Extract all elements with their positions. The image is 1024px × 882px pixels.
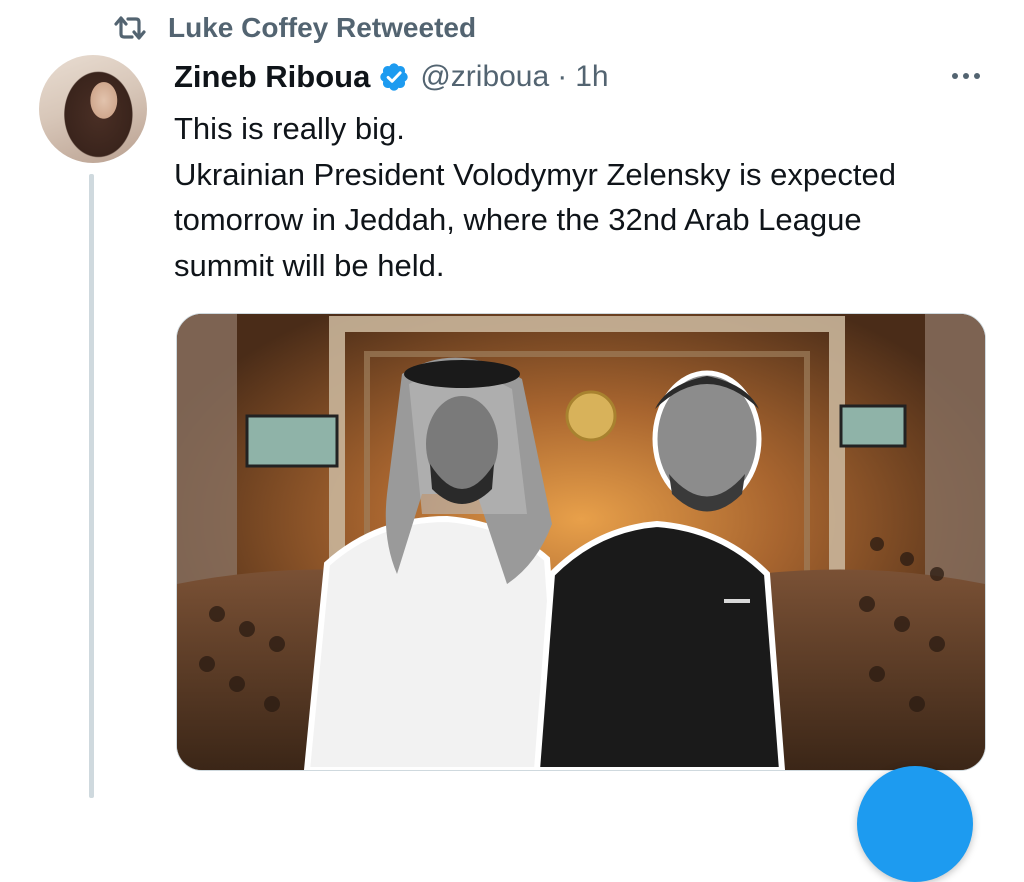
- more-options-button[interactable]: [942, 60, 990, 92]
- compose-button[interactable]: [857, 766, 973, 882]
- social-context[interactable]: Luke Coffey Retweeted: [112, 10, 476, 46]
- media-illustration: [177, 314, 985, 770]
- verified-badge-icon[interactable]: [378, 61, 410, 93]
- timestamp[interactable]: 1h: [575, 60, 608, 94]
- user-handle[interactable]: @zriboua: [420, 60, 549, 94]
- avatar[interactable]: [39, 55, 147, 163]
- display-name[interactable]: Zineb Riboua: [174, 59, 370, 95]
- tweet-text-line: This is really big.: [174, 111, 405, 146]
- separator-dot: ·: [557, 60, 568, 93]
- tweet-text-line: summit will be held.: [174, 247, 445, 283]
- tweet-text-line: tomorrow in Jeddah, where the 32nd Arab …: [174, 202, 862, 237]
- more-dot-icon: [963, 73, 969, 79]
- more-dot-icon: [952, 73, 958, 79]
- tweet-text: This is really big. Ukrainian President …: [174, 106, 994, 288]
- thread-line: [89, 174, 94, 798]
- tweet-text-line: Ukrainian President Volodymyr Zelensky i…: [174, 156, 896, 192]
- tweet-header: Zineb Riboua @zriboua · 1h: [174, 56, 609, 98]
- retweet-icon: [114, 16, 146, 40]
- tweet-media-image[interactable]: [176, 313, 986, 771]
- more-dot-icon: [974, 73, 980, 79]
- social-context-label: Luke Coffey Retweeted: [168, 12, 477, 43]
